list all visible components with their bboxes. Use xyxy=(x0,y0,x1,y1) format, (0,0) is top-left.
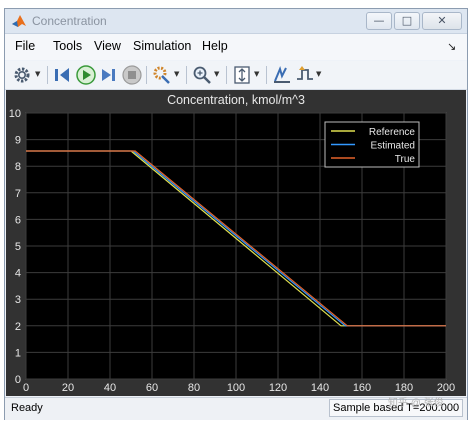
chevron-down-icon[interactable]: ▼ xyxy=(214,70,219,78)
style-icon[interactable] xyxy=(151,64,173,86)
zoom-icon[interactable] xyxy=(191,64,213,86)
chevron-down-icon[interactable]: ▼ xyxy=(35,70,40,78)
chevron-down-icon[interactable]: ▼ xyxy=(316,70,321,78)
y-tick-label: 10 xyxy=(9,108,21,120)
triggers-icon[interactable] xyxy=(294,64,316,86)
menu-simulation[interactable]: Simulation xyxy=(133,39,191,53)
step-forward-icon[interactable] xyxy=(98,64,120,86)
x-tick-label: 120 xyxy=(269,382,287,394)
cursor-measurement-icon[interactable] xyxy=(271,64,293,86)
status-text: Ready xyxy=(11,402,43,414)
x-tick-label: 0 xyxy=(23,382,29,394)
simulink-scope-window: Concentration — □ ✕ File Tools View Simu… xyxy=(4,8,468,420)
maximize-button[interactable]: □ xyxy=(394,12,420,30)
window-title: Concentration xyxy=(32,14,107,28)
menu-help[interactable]: Help xyxy=(202,39,228,53)
x-tick-label: 180 xyxy=(395,382,413,394)
legend-label: True xyxy=(395,154,416,165)
menu-file[interactable]: File xyxy=(15,39,35,53)
y-tick-label: 7 xyxy=(15,188,21,200)
toolbar-separator xyxy=(146,66,147,84)
x-tick-label: 40 xyxy=(104,382,116,394)
toolbar-separator xyxy=(47,66,48,84)
x-tick-label: 140 xyxy=(311,382,329,394)
run-icon[interactable] xyxy=(75,64,97,86)
x-tick-label: 60 xyxy=(146,382,158,394)
chevron-down-icon[interactable]: ▼ xyxy=(254,70,259,78)
plot-area: Concentration, kmol/m^3 0 20 40 60 80 100 120 1… xyxy=(6,90,466,396)
x-tick-label: 200 xyxy=(437,382,455,394)
y-tick-label: 0 xyxy=(15,374,21,386)
watermark: 知乎 @ 张俊 xyxy=(388,398,444,409)
concentration-chart: Concentration, kmol/m^3 0 20 40 60 80 100 120 1… xyxy=(9,93,455,394)
y-tick-label: 6 xyxy=(15,214,21,226)
x-tick-label: 100 xyxy=(227,382,245,394)
y-tick-label: 2 xyxy=(15,321,21,333)
x-tick-label: 80 xyxy=(188,382,200,394)
toolbar-separator xyxy=(226,66,227,84)
restore-icon[interactable] xyxy=(52,64,74,86)
y-tick-label: 4 xyxy=(15,268,21,280)
minimize-button[interactable]: — xyxy=(366,12,392,30)
gear-icon[interactable] xyxy=(11,64,33,86)
y-tick-label: 8 xyxy=(15,161,21,173)
chart-title: Concentration, kmol/m^3 xyxy=(167,93,305,107)
toolbar: ▼ ▼ ▼ ▼ ▼ xyxy=(5,61,467,90)
y-tick-label: 9 xyxy=(15,135,21,147)
legend-label: Reference xyxy=(369,127,416,138)
undock-icon[interactable]: ↘ xyxy=(447,40,456,53)
toolbar-separator xyxy=(186,66,187,84)
menu-tools[interactable]: Tools xyxy=(53,39,82,53)
stop-icon[interactable] xyxy=(121,64,143,86)
legend-label: Estimated xyxy=(371,141,415,152)
x-tick-label: 20 xyxy=(62,382,74,394)
y-tick-label: 3 xyxy=(15,294,21,306)
title-bar[interactable]: Concentration — □ ✕ xyxy=(5,9,467,34)
toolbar-separator xyxy=(266,66,267,84)
chevron-down-icon[interactable]: ▼ xyxy=(174,70,179,78)
menu-view[interactable]: View xyxy=(94,39,121,53)
matlab-logo-icon xyxy=(12,15,26,27)
x-tick-label: 160 xyxy=(353,382,371,394)
y-tick-label: 5 xyxy=(15,241,21,253)
fit-to-view-icon[interactable] xyxy=(231,64,253,86)
legend[interactable]: Reference Estimated True xyxy=(324,121,420,168)
close-button[interactable]: ✕ xyxy=(422,12,462,30)
y-tick-label: 1 xyxy=(15,347,21,359)
menu-bar: File Tools View Simulation Help ↘ xyxy=(5,34,467,60)
